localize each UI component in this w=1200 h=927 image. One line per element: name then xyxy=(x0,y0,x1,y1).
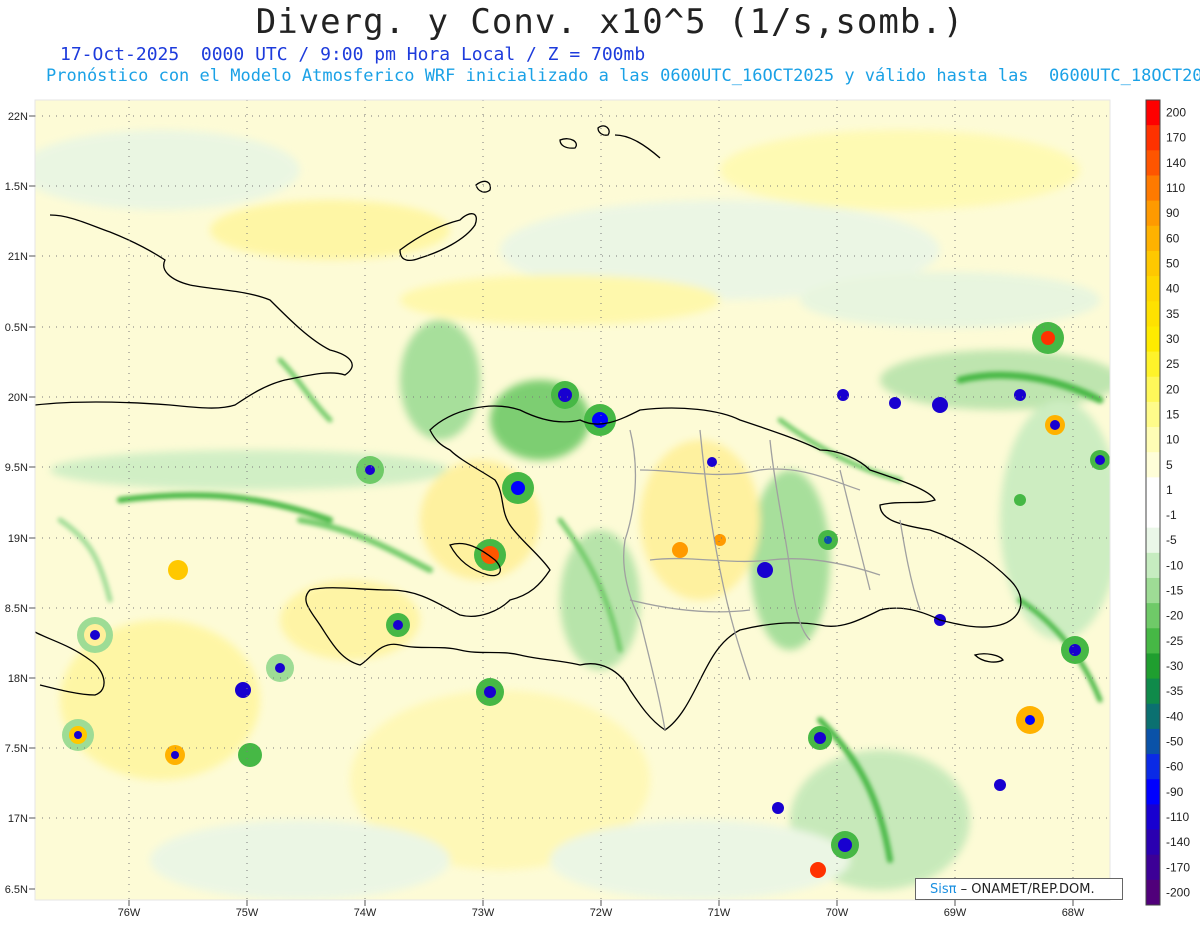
colorbar-label: 170 xyxy=(1166,131,1186,145)
colorbar-swatch xyxy=(1146,301,1160,327)
lat-label: 1.5N xyxy=(5,181,28,193)
colorbar-swatch xyxy=(1146,225,1160,252)
colorbar-swatch xyxy=(1146,829,1160,856)
colorbar-label: -10 xyxy=(1166,558,1184,572)
colorbar-swatch xyxy=(1146,100,1160,126)
colorbar-swatch xyxy=(1146,452,1160,478)
colorbar-label: -170 xyxy=(1166,860,1190,874)
longitude-axis: 76W 75W 74W 73W 72W 71W 70W 69W 68W xyxy=(118,907,1085,919)
colorbar-label: 60 xyxy=(1166,231,1180,245)
lon-label: 75W xyxy=(236,907,259,919)
divergence-map: 22N 1.5N 21N 0.5N 20N 9.5N 19N 8.5N 18N … xyxy=(5,99,1190,919)
colorbar-label: 30 xyxy=(1166,332,1180,346)
colorbar-swatch xyxy=(1146,175,1160,202)
lon-label: 74W xyxy=(354,907,377,919)
colorbar-label: -35 xyxy=(1166,684,1184,698)
colorbar-label: -200 xyxy=(1166,885,1190,899)
colorbar-swatch xyxy=(1146,603,1160,629)
lat-label: 8.5N xyxy=(5,603,28,615)
lon-label: 68W xyxy=(1062,907,1085,919)
colorbar-label: 200 xyxy=(1166,106,1186,120)
colorbar-swatch xyxy=(1146,477,1160,503)
colorbar-swatch xyxy=(1146,502,1160,529)
colorbar: 200 170 140 110 90 60 50 40 35 30 25 20 15 10 5 1 -1 -5 -1… xyxy=(1145,99,1190,906)
colorbar-label: 90 xyxy=(1166,206,1180,220)
latitude-axis: 22N 1.5N 21N 0.5N 20N 9.5N 19N 8.5N 18N … xyxy=(5,111,28,896)
colorbar-swatch xyxy=(1146,804,1160,831)
colorbar-label: 40 xyxy=(1166,282,1180,296)
lon-label: 73W xyxy=(472,907,495,919)
colorbar-label: 25 xyxy=(1166,357,1180,371)
colorbar-label: 15 xyxy=(1166,407,1180,421)
colorbar-swatch xyxy=(1146,276,1160,302)
colorbar-label: -40 xyxy=(1166,709,1184,723)
colorbar-label: -90 xyxy=(1166,785,1184,799)
colorbar-label: -20 xyxy=(1166,609,1184,623)
colorbar-swatch xyxy=(1146,200,1160,227)
colorbar-label: 5 xyxy=(1166,458,1173,472)
colorbar-swatch xyxy=(1146,577,1160,604)
colorbar-label: 140 xyxy=(1166,156,1186,170)
colorbar-swatch xyxy=(1146,653,1160,680)
colorbar-swatch xyxy=(1146,125,1160,151)
colorbar-swatch xyxy=(1146,879,1160,906)
colorbar-label: -140 xyxy=(1166,835,1190,849)
colorbar-label: -60 xyxy=(1166,760,1184,774)
colorbar-swatch xyxy=(1146,376,1160,403)
colorbar-swatch xyxy=(1146,401,1160,428)
colorbar-swatch xyxy=(1146,854,1160,881)
colorbar-label: -30 xyxy=(1166,659,1184,673)
lon-label: 76W xyxy=(118,907,141,919)
lat-label: 18N xyxy=(8,673,28,685)
colorbar-label: 20 xyxy=(1166,382,1180,396)
colorbar-swatch xyxy=(1146,628,1160,654)
colorbar-label: -50 xyxy=(1166,734,1184,748)
colorbar-swatch xyxy=(1146,326,1160,353)
colorbar-swatch xyxy=(1146,427,1160,453)
lat-label: 19N xyxy=(8,533,28,545)
colorbar-swatch xyxy=(1146,678,1160,705)
colorbar-label: -5 xyxy=(1166,533,1177,547)
colorbar-label: -15 xyxy=(1166,584,1184,598)
lat-label: 21N xyxy=(8,251,28,263)
colorbar-label: 1 xyxy=(1166,483,1173,497)
lat-label: 0.5N xyxy=(5,322,28,334)
colorbar-swatch xyxy=(1146,351,1160,378)
sispi-logo-text: Sisπ xyxy=(930,882,957,897)
colorbar-label: -110 xyxy=(1166,810,1189,824)
lon-label: 69W xyxy=(944,907,967,919)
lon-label: 71W xyxy=(708,907,731,919)
credit-box: Sisπ – ONAMET/REP.DOM. xyxy=(915,878,1123,900)
lat-label: 9.5N xyxy=(5,462,28,474)
lat-label: 20N xyxy=(8,392,28,404)
colorbar-label: 10 xyxy=(1166,433,1180,447)
colorbar-label: 50 xyxy=(1166,257,1180,271)
colorbar-swatch xyxy=(1146,703,1160,730)
colorbar-swatch xyxy=(1146,779,1160,805)
lat-label: 17N xyxy=(8,813,28,825)
colorbar-swatch xyxy=(1146,250,1160,277)
lon-label: 70W xyxy=(826,907,849,919)
lat-label: 7.5N xyxy=(5,743,28,755)
colorbar-label: -1 xyxy=(1166,508,1177,522)
colorbar-label: 110 xyxy=(1166,181,1185,195)
colorbar-label: -25 xyxy=(1166,634,1184,648)
colorbar-swatch xyxy=(1146,754,1160,780)
colorbar-swatch xyxy=(1146,527,1160,554)
lat-label: 6.5N xyxy=(5,884,28,896)
colorbar-swatch xyxy=(1146,728,1160,755)
lat-ticks xyxy=(29,115,35,890)
lon-label: 72W xyxy=(590,907,613,919)
credit-text: – ONAMET/REP.DOM. xyxy=(960,882,1095,897)
colorbar-swatch xyxy=(1146,150,1160,176)
colorbar-label: 35 xyxy=(1166,307,1180,321)
colorbar-swatch xyxy=(1146,552,1160,579)
lat-label: 22N xyxy=(8,111,28,123)
